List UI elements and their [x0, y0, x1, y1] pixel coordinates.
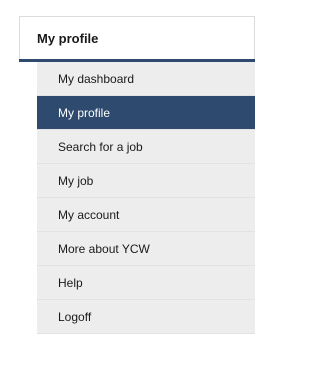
- sidebar-item-my-account[interactable]: My account: [37, 198, 255, 232]
- panel-header: My profile: [19, 16, 255, 59]
- sidebar-nav: My dashboard My profile Search for a job…: [37, 62, 255, 334]
- sidebar-item-help[interactable]: Help: [37, 266, 255, 300]
- sidebar-item-search-for-a-job[interactable]: Search for a job: [37, 130, 255, 164]
- sidebar-item-my-dashboard[interactable]: My dashboard: [37, 62, 255, 96]
- sidebar-item-my-profile[interactable]: My profile: [37, 96, 255, 130]
- sidebar-item-my-job[interactable]: My job: [37, 164, 255, 198]
- profile-menu-panel: My profile My dashboard My profile Searc…: [19, 16, 255, 386]
- sidebar-item-logoff[interactable]: Logoff: [37, 300, 255, 334]
- panel-title: My profile: [37, 30, 99, 46]
- sidebar-item-more-about-ycw[interactable]: More about YCW: [37, 232, 255, 266]
